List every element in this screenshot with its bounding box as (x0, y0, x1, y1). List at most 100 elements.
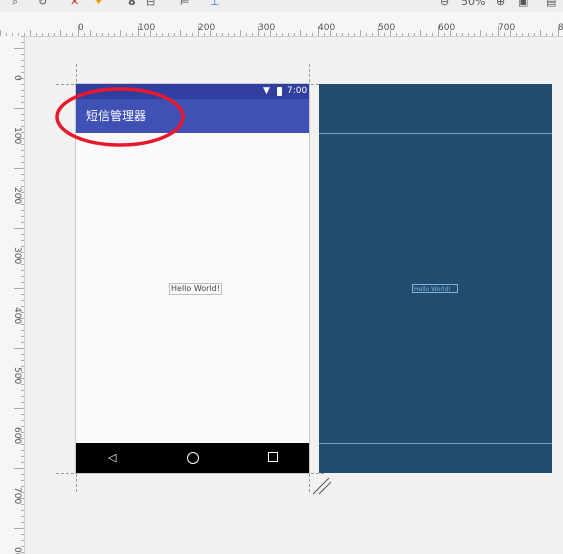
orientation-icon[interactable]: ↻ (38, 0, 47, 9)
ruler-tick (234, 33, 235, 36)
ruler-tick (462, 33, 463, 36)
resize-handle-icon[interactable] (312, 477, 332, 495)
ruler-tick (294, 33, 295, 36)
ruler-tick (21, 90, 24, 91)
ruler-tick (21, 330, 24, 331)
ruler-tick (21, 72, 24, 73)
ruler-tick (21, 114, 24, 115)
ruler-tick (54, 33, 55, 36)
zoom-in-icon[interactable]: ⊕ (496, 0, 505, 9)
battery-icon (277, 87, 282, 96)
ruler-tick (432, 33, 433, 36)
device-bound-bottom (56, 473, 324, 474)
ruler-tick (186, 33, 187, 36)
wifi-icon: ▼ (263, 86, 270, 96)
ruler-tick (444, 33, 445, 36)
ruler-tick (306, 33, 307, 36)
ruler-tick (312, 33, 313, 36)
ruler-tick (540, 30, 541, 36)
pack-icon[interactable]: ⊟ (146, 0, 155, 9)
content-area[interactable]: Hello World! (76, 133, 309, 443)
ruler-tick (168, 33, 169, 36)
ruler-tick (60, 30, 61, 36)
ruler-tick (21, 156, 24, 157)
ruler-top-label: 8 (558, 23, 563, 33)
ruler-tick (90, 30, 91, 36)
ruler-tick (21, 516, 24, 517)
status-time: 7:00 (287, 86, 308, 96)
ruler-tick (276, 33, 277, 36)
ruler-tick (21, 534, 24, 535)
pan-icon[interactable]: ⌕ (12, 0, 18, 9)
device-bound-right (309, 64, 310, 492)
ruler-tick (522, 33, 523, 36)
ruler-tick (21, 54, 24, 55)
ruler-tick (21, 300, 24, 301)
ruler-tick (21, 396, 24, 397)
ruler-tick (342, 33, 343, 36)
ruler-tick (144, 33, 145, 36)
ruler-tick (252, 33, 253, 36)
blueprint-navbar-line (319, 443, 552, 444)
ruler-top-label: 600 (438, 23, 456, 33)
ruler-tick (174, 33, 175, 36)
ruler-tick (372, 33, 373, 36)
clear-constraints-icon[interactable]: ✕ (70, 0, 79, 9)
ruler-tick (14, 408, 24, 409)
ruler-tick (192, 33, 193, 36)
ruler-tick (366, 33, 367, 36)
ruler-tick (222, 33, 223, 36)
ruler-tick (282, 33, 283, 36)
blueprint-preview[interactable]: Hello World! (319, 84, 552, 473)
ruler-tick (288, 33, 289, 36)
design-preview[interactable]: ▼ 7:00 短信管理器 Hello World! ◁ (76, 84, 309, 473)
ruler-left-label: 600 (12, 427, 22, 445)
guidelines-icon[interactable]: ⊥ (210, 0, 220, 9)
ruler-tick (21, 180, 24, 181)
ruler-tick (468, 33, 469, 36)
ruler-tick (21, 42, 24, 43)
ruler-tick (96, 33, 97, 36)
margin-icon[interactable]: 8 (128, 0, 136, 9)
align-icon[interactable]: ⊨ (180, 0, 190, 9)
ruler-tick (21, 222, 24, 223)
ruler-tick (21, 462, 24, 463)
ruler-tick (14, 108, 24, 109)
ruler-tick (14, 228, 24, 229)
ruler-tick (240, 30, 241, 36)
ruler-tick (21, 270, 24, 271)
ruler-left: 0 100 200 300 400 500 600 700 00 (0, 36, 25, 554)
zoom-actual-icon[interactable]: ▤ (546, 0, 556, 9)
ruler-tick (546, 33, 547, 36)
ruler-tick (14, 348, 24, 349)
ruler-tick (14, 48, 24, 49)
zoom-out-icon[interactable]: ⊖ (440, 0, 449, 9)
ruler-tick (348, 33, 349, 36)
ruler-tick (14, 528, 24, 529)
ruler-tick (492, 33, 493, 36)
ruler-tick (21, 96, 24, 97)
infer-constraints-icon[interactable]: ✦ (94, 0, 103, 9)
hello-world-textview[interactable]: Hello World! (169, 283, 222, 295)
app-bar[interactable]: 短信管理器 (76, 99, 309, 133)
ruler-tick (102, 33, 103, 36)
ruler-top: 0 100 200 300 400 500 600 700 8 (0, 12, 563, 37)
ruler-tick (21, 174, 24, 175)
zoom-fit-icon[interactable]: ▣ (518, 0, 528, 9)
ruler-tick (14, 468, 24, 469)
ruler-tick (21, 102, 24, 103)
ruler-tick (21, 60, 24, 61)
ruler-tick (21, 120, 24, 121)
ruler-tick (21, 522, 24, 523)
blueprint-hello-textview[interactable]: Hello World! (412, 284, 458, 293)
app-title: 短信管理器 (86, 109, 147, 123)
ruler-left-label: 0 (12, 75, 22, 81)
ruler-top-label: 0 (78, 23, 84, 33)
ruler-tick (474, 33, 475, 36)
ruler-tick (21, 390, 24, 391)
ruler-tick (21, 66, 24, 67)
ruler-tick (426, 33, 427, 36)
ruler-tick (21, 162, 24, 163)
ruler-tick (456, 33, 457, 36)
ruler-tick (216, 33, 217, 36)
